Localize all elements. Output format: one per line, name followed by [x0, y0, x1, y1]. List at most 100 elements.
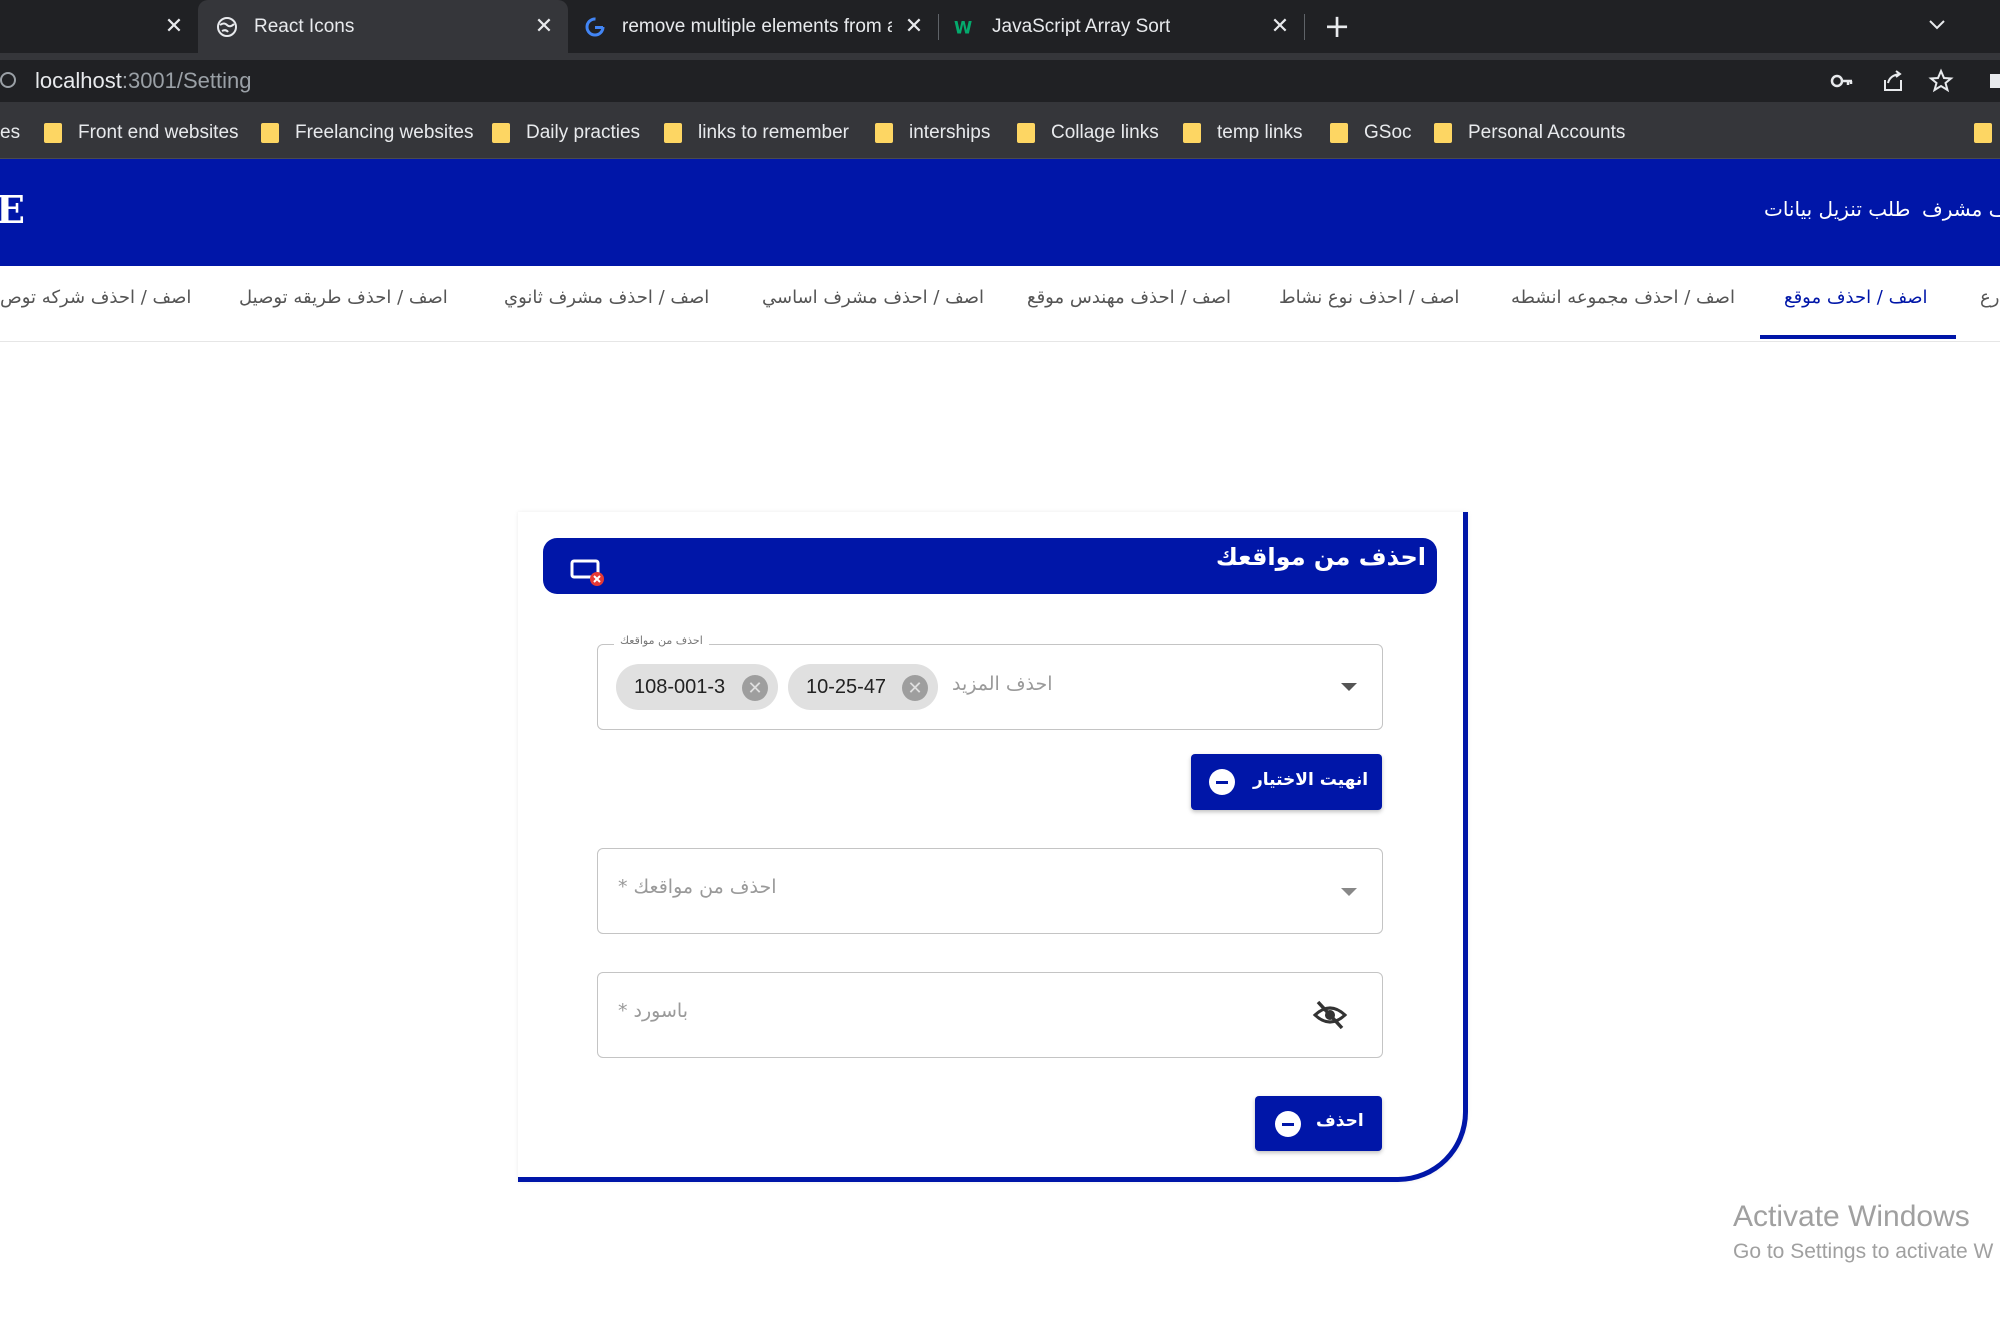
bookmark-folder[interactable]: Personal Accounts — [1434, 118, 1625, 148]
tab-close-icon[interactable]: ✕ — [902, 14, 926, 38]
active-tab-indicator — [1760, 335, 1956, 339]
omnibox[interactable] — [0, 60, 2000, 102]
bookmark-label: links to remember — [698, 122, 849, 143]
tab-w3schools[interactable]: W JavaScript Array Sort ✕ — [940, 0, 1304, 53]
tab-add-remove-activity-group[interactable]: اصف / احذف مجموعه انشطه — [1511, 287, 1735, 308]
bookmark-label: Front end websites — [78, 122, 239, 143]
site-info-icon[interactable] — [0, 72, 16, 88]
tab-previous[interactable]: ✕ — [0, 0, 198, 53]
button-label: انهيت الاختيار — [1253, 770, 1369, 790]
watermark-title: Activate Windows — [1733, 1200, 1970, 1233]
tab-title: remove multiple elements from a — [622, 15, 892, 37]
tab-add-remove-main-supervisor[interactable]: اصف / احذف مشرف اساسي — [762, 287, 984, 308]
globe-icon — [216, 16, 238, 38]
bookmark-folder-overflow[interactable] — [1974, 118, 2000, 148]
folder-icon — [44, 123, 62, 143]
bookmark-label: Freelancing websites — [295, 122, 474, 143]
address-bar — [0, 53, 2000, 109]
dropdown-arrow-icon[interactable] — [1341, 683, 1357, 691]
site-chip[interactable]: 108-001-3 ✕ — [616, 664, 778, 710]
delete-from-sites-placeholder: احذف من مواقعك * — [618, 876, 777, 898]
folder-icon — [492, 123, 510, 143]
delete-sites-card — [518, 512, 1468, 1182]
activate-windows-watermark: Activate Windows Go to Settings to activ… — [1733, 1200, 1993, 1264]
folder-icon — [1434, 123, 1452, 143]
svg-text:W: W — [954, 18, 972, 37]
button-label: احذف — [1316, 1111, 1364, 1131]
sites-multiselect-label: احذف من مواقعك — [614, 634, 709, 647]
bookmark-folder[interactable]: Collage links — [1017, 118, 1159, 148]
tab-title: React Icons — [254, 15, 355, 37]
sites-multiselect-placeholder[interactable]: احذف المزيد — [952, 673, 1053, 695]
remove-circle-icon — [1275, 1111, 1301, 1137]
tab-add-remove-site[interactable]: اصف / احذف موقع — [1784, 287, 1928, 308]
bookmark-folder[interactable]: interships — [875, 118, 990, 148]
tab-add-remove-site-engineer[interactable]: اصف / احذف مهندس موقع — [1027, 287, 1231, 308]
extensions-icon[interactable] — [1990, 68, 2000, 94]
password-placeholder: باسورد * — [618, 1000, 688, 1022]
key-icon[interactable] — [1829, 68, 1855, 94]
folder-icon — [1183, 123, 1201, 143]
remove-chip-icon[interactable]: ✕ — [902, 675, 928, 701]
bookmark-folder[interactable]: Front end websites — [44, 118, 239, 148]
bookmark-label: interships — [909, 122, 991, 143]
brand-logo[interactable]: E — [0, 187, 25, 232]
bookmark-label: Daily practies — [526, 122, 641, 143]
folder-icon — [1330, 123, 1348, 143]
header-link-supervisor[interactable]: ف مشرف — [1922, 197, 2000, 221]
new-tab-button[interactable]: + — [1322, 10, 1352, 42]
bookmark-label: es — [0, 122, 21, 143]
bookmark-item[interactable]: es — [0, 118, 20, 148]
tab-title: JavaScript Array Sort — [992, 15, 1171, 37]
chip-label: 10-25-47 — [806, 675, 887, 698]
bookmark-folder[interactable]: Freelancing websites — [261, 118, 473, 148]
chip-label: 108-001-3 — [634, 675, 726, 698]
url-text[interactable]: localhost:3001/Setting — [35, 68, 252, 94]
tab-separator — [938, 14, 939, 40]
bookmark-label: Personal Accounts — [1468, 122, 1626, 143]
site-chip[interactable]: 10-25-47 ✕ — [788, 664, 938, 710]
tab-overflow[interactable]: رع — [1980, 287, 1999, 308]
eye-off-icon[interactable] — [1312, 998, 1348, 1032]
tab-add-remove-delivery-company[interactable]: اصف / احذف شركه توص — [0, 287, 191, 308]
tab-close-icon[interactable]: ✕ — [162, 14, 186, 38]
star-icon[interactable] — [1928, 68, 1954, 94]
header-link-download-request[interactable]: طلب تنزيل بيانات — [1764, 197, 1910, 221]
tab-react-icons[interactable]: React Icons ✕ — [198, 0, 568, 53]
tab-add-remove-activity-type[interactable]: اصف / احذف نوع نشاط — [1279, 287, 1459, 308]
tab-google-search[interactable]: remove multiple elements from a ✕ — [568, 0, 938, 53]
delete-button[interactable]: احذف — [1255, 1096, 1382, 1151]
app-header — [0, 159, 2000, 266]
watermark-subtitle: Go to Settings to activate W — [1733, 1240, 1994, 1263]
w3schools-icon: W — [954, 16, 976, 38]
remove-chip-icon[interactable]: ✕ — [742, 675, 768, 701]
remove-screen-icon — [570, 558, 604, 588]
url-path: :3001/Setting — [121, 68, 252, 93]
folder-icon — [1017, 123, 1035, 143]
tab-add-remove-secondary-supervisor[interactable]: اصف / احذف مشرف ثانوي — [504, 287, 709, 308]
bookmark-label: temp links — [1217, 122, 1303, 143]
remove-circle-icon — [1209, 769, 1235, 795]
folder-icon — [875, 123, 893, 143]
card-title: احذف من مواقعك — [1215, 543, 1426, 571]
tab-close-icon[interactable]: ✕ — [1268, 14, 1292, 38]
url-host: localhost — [35, 68, 122, 93]
bookmark-label: GSoc — [1364, 122, 1412, 143]
google-icon — [584, 16, 606, 38]
folder-icon — [1974, 123, 1992, 143]
dropdown-arrow-icon[interactable] — [1341, 888, 1357, 896]
finish-selection-button[interactable]: انهيت الاختيار — [1191, 754, 1382, 810]
bookmark-folder[interactable]: GSoc — [1330, 118, 1412, 148]
tab-close-icon[interactable]: ✕ — [532, 14, 556, 38]
bookmark-folder[interactable]: Daily practies — [492, 118, 640, 148]
bookmark-folder[interactable]: temp links — [1183, 118, 1303, 148]
folder-icon — [664, 123, 682, 143]
chevron-down-icon[interactable] — [1924, 12, 1950, 38]
tab-separator — [1304, 14, 1305, 40]
bookmark-label: Collage links — [1051, 122, 1159, 143]
tab-add-remove-delivery-method[interactable]: اصف / احذف طريقه توصيل — [239, 287, 448, 308]
password-field[interactable] — [597, 972, 1383, 1058]
bookmark-folder[interactable]: links to remember — [664, 118, 849, 148]
folder-icon — [261, 123, 279, 143]
share-icon[interactable] — [1880, 68, 1906, 94]
